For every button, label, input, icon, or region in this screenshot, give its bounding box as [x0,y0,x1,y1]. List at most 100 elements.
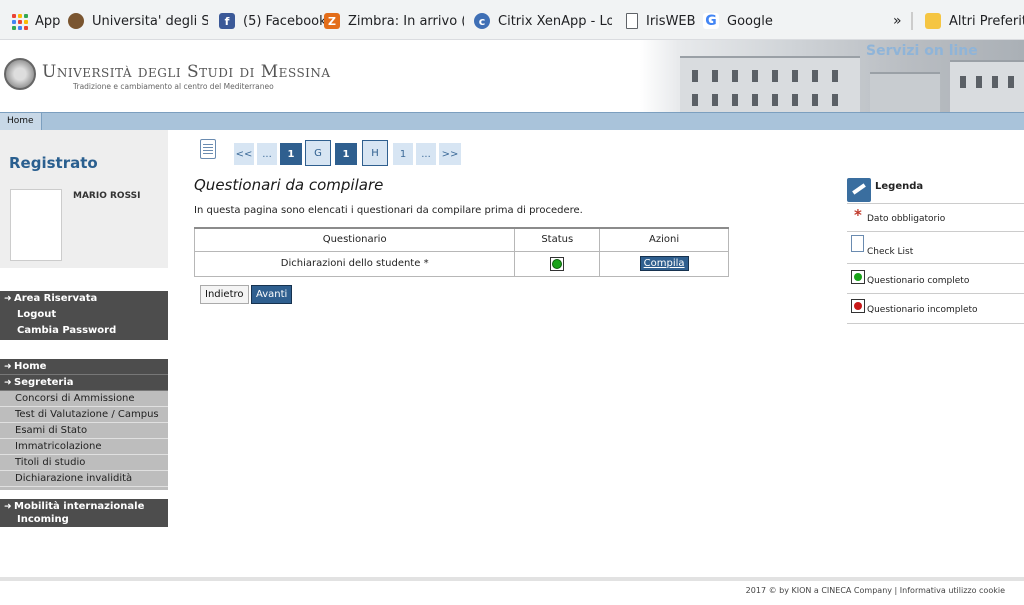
bookmark-label: Google [727,13,773,29]
bookmark-label: Zimbra: In arrivo (134 [348,13,464,29]
required-star-icon: * [854,206,862,224]
menu-item-enrollment[interactable]: Immatricolazione [0,439,168,455]
menu-item-mobility[interactable]: ➜ Mobilità internazionale [0,500,168,513]
copyright-text: 2017 © by KION a CINECA Company [745,586,892,595]
compila-button[interactable]: Compila [639,256,689,271]
pagination-step-current[interactable]: G [305,140,331,166]
university-name[interactable]: Università degli Studi di Messina [42,62,331,82]
red-status-icon [851,299,865,313]
menu-label: Mobilità internazionale [14,501,145,512]
bookmark-label: App [35,13,61,29]
menu-item-evaluation-test[interactable]: Test di Valutazione / Campus [0,407,168,423]
bookmark-label: (5) Facebook [243,13,327,29]
pagination-step[interactable]: 1 [393,143,413,165]
footer-divider [0,577,1024,581]
pagination-step[interactable]: 1 [280,143,302,165]
pagination-ellipsis: ... [416,143,436,165]
bookmark-zimbra[interactable]: Z Zimbra: In arrivo (134 [324,11,464,31]
university-seal-logo[interactable] [4,58,36,90]
main-menu: ➜ Home ➜ Segreteria Concorsi di Ammissione… [0,359,168,490]
building-shape [950,60,1024,112]
footer: 2017 © by KION a CINECA Company | Inform… [746,586,1005,595]
menu-item-home[interactable]: ➜ Home [0,359,168,375]
menu-label: Home [14,361,47,372]
citrix-icon: c [474,13,490,29]
document-icon [626,13,638,29]
bookmark-label: Universita' degli Stud [92,13,208,29]
menu-item-disability-declaration[interactable]: Dichiarazione invalidità [0,471,168,487]
column-header-questionnaire: Questionario [193,227,516,252]
green-status-icon [550,256,565,271]
green-status-icon [851,270,865,284]
back-button[interactable]: Indietro [200,285,249,304]
pagination-step[interactable]: 1 [335,143,357,165]
legend-label: Check List [867,247,914,257]
building-shape [870,72,940,112]
bookmark-apps[interactable]: App [11,11,60,31]
legend-label: Questionario completo [867,276,970,286]
legend-label: Questionario incompleto [867,305,978,315]
legend-item: Check List [847,235,1024,264]
zimbra-icon: Z [324,13,340,29]
menu-item-mobility-line2: Incoming [17,514,69,525]
pagination-ellipsis: ... [257,143,277,165]
checklist-icon[interactable] [200,139,216,159]
nav-home-link[interactable]: Home [0,113,42,130]
pagination-last[interactable]: >> [439,143,461,165]
footer-separator: | [894,586,898,595]
menu-item-state-exams[interactable]: Esami di Stato [0,423,168,439]
menu-label: Segreteria [14,377,74,388]
questionnaires-table: Questionario Status Azioni Dichiarazioni… [193,227,729,277]
menu-item-admission-tests[interactable]: Concorsi di Ammissione [0,391,168,407]
bookmark-citrix[interactable]: c Citrix XenApp - Logo [474,11,612,31]
reserved-area-menu: ➜ Area Riservata Logout Cambia Password [0,291,168,340]
pagination-first[interactable]: << [234,143,254,165]
bookmarks-overflow-button[interactable]: » [893,11,902,31]
page-description: In questa pagina sono elencati i questio… [194,205,583,216]
menu-label: Area Riservata [14,293,98,304]
legend-header: Legenda [847,176,1024,204]
bookmark-university[interactable]: Universita' degli Stud [68,11,208,31]
mobility-menu[interactable]: ➜ Mobilità internazionale Incoming [0,499,168,527]
university-seal-icon [68,13,84,29]
bookmark-label: IrisWEB [646,13,696,29]
bookmark-facebook[interactable]: f (5) Facebook [219,11,327,31]
other-bookmarks-folder[interactable]: Altri Preferiti [925,11,1024,31]
bookmark-irisweb[interactable]: IrisWEB [626,11,696,31]
pagination-step[interactable]: H [362,140,388,166]
user-avatar [10,189,62,261]
google-icon: G [703,13,719,29]
bookmark-google[interactable]: G Google [703,11,773,31]
bookmarks-bar: App Universita' degli Stud f (5) Faceboo… [0,0,1024,40]
menu-item-degrees[interactable]: Titoli di studio [0,455,168,471]
user-name: MARIO ROSSI [73,191,141,201]
column-header-actions: Azioni [599,227,729,252]
bookmark-label: Citrix XenApp - Logo [498,13,612,29]
column-header-status: Status [514,227,601,252]
menu-header-reserved-area[interactable]: ➜ Area Riservata [0,291,168,307]
menu-item-logout[interactable]: Logout [0,307,168,323]
cookie-policy-link[interactable]: Informativa utilizzo cookie [900,586,1005,595]
legend-item: * Dato obbligatorio [847,205,1024,232]
user-status-title: Registrato [9,154,98,172]
apps-grid-icon [11,13,28,30]
folder-icon [925,13,941,29]
building-shape [680,56,860,112]
status-cell [514,250,601,277]
next-button[interactable]: Avanti [251,285,293,304]
services-online-label: Servizi on line [866,43,978,59]
arrow-right-icon: ➜ [4,362,12,372]
legend-item: Questionario completo [847,267,1024,294]
other-bookmarks-label: Altri Preferiti [949,13,1024,29]
page-title: Questionari da compilare [194,176,384,194]
legend-label: Dato obbligatorio [867,214,946,224]
checklist-icon [851,235,864,252]
legend-item: Questionario incompleto [847,297,1024,324]
actions-cell: Compila [599,250,729,277]
arrow-right-icon: ➜ [4,294,12,304]
menu-item-change-password[interactable]: Cambia Password [0,323,168,339]
menu-item-secretariat[interactable]: ➜ Segreteria [0,375,168,391]
pin-icon [847,178,871,202]
top-nav-bar: Home [0,112,1024,130]
legend-title: Legenda [875,181,924,192]
